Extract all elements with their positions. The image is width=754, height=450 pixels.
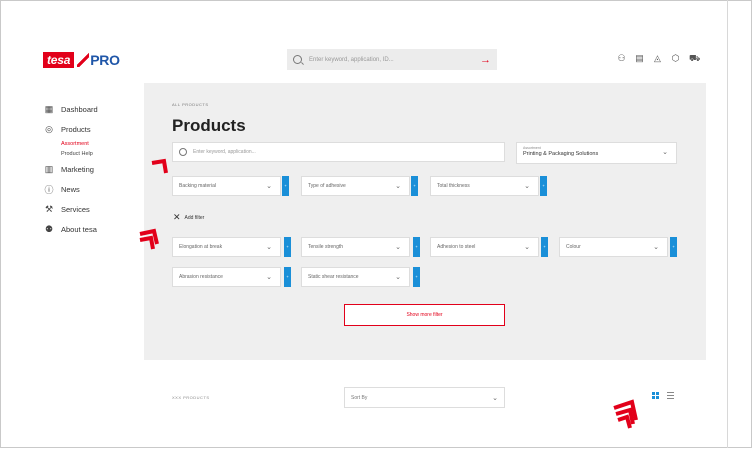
product-search-input[interactable]: Enter keyword, application... xyxy=(193,149,256,155)
box-icon[interactable]: ⬡ xyxy=(671,53,680,63)
page-title: Products xyxy=(172,116,246,135)
filter-label: Type of adhesive xyxy=(308,183,346,189)
filter-label: Colour xyxy=(566,244,581,250)
sidebar-item-dashboard[interactable]: ▦ Dashboard xyxy=(43,99,98,119)
tesa-wordmark: tesa xyxy=(43,52,75,68)
dashboard-icon: ▦ xyxy=(44,103,54,114)
about-icon: ⚉ xyxy=(44,223,54,234)
header-search-input[interactable]: Enter keyword, application, ID... xyxy=(309,57,480,63)
annotation-triple-chevron-icon xyxy=(613,399,638,429)
products-icon: ◎ xyxy=(45,123,53,134)
filter-type-of-adhesive[interactable]: Type of adhesive ⌄ xyxy=(301,176,410,196)
chevron-down-icon: ⌄ xyxy=(395,244,401,251)
arrow-right-icon[interactable]: → xyxy=(480,54,491,66)
sidebar-subitem-product-help[interactable]: Product Help xyxy=(61,149,98,159)
filter-add-tab[interactable]: + xyxy=(413,237,420,257)
filter-add-tab[interactable]: + xyxy=(540,176,547,196)
chevron-down-icon: ⌄ xyxy=(266,244,272,251)
annotation-double-chevron-icon xyxy=(139,228,159,250)
filter-tensile-strength[interactable]: Tensile strength ⌄ xyxy=(301,237,410,257)
header-icons: ⚇ ▤ ◬ ⬡ ⛟ xyxy=(617,53,700,63)
sidebar-item-label: News xyxy=(61,184,80,194)
filter-static-shear[interactable]: Static shear resistance ⌄ xyxy=(301,267,410,287)
assortment-value: Printing & Packaging Solutions xyxy=(523,151,599,157)
chevron-down-icon: ⌄ xyxy=(653,244,659,251)
logo-slash-icon xyxy=(77,53,90,67)
product-search[interactable]: Enter keyword, application... xyxy=(172,142,505,162)
list-view-icon[interactable] xyxy=(667,392,674,399)
filter-label: Adhesion to steel xyxy=(437,244,476,250)
sidebar-item-services[interactable]: ⚒ Services xyxy=(43,199,98,219)
chevron-down-icon: ⌄ xyxy=(266,274,272,281)
sort-select[interactable]: Sort By ⌄ xyxy=(344,387,505,408)
filter-abrasion-resistance[interactable]: Abrasion resistance ⌄ xyxy=(172,267,281,287)
marketing-icon: ▥ xyxy=(44,163,54,174)
product-count: XXX PRODUCTS xyxy=(172,395,210,400)
news-icon: ⓘ xyxy=(44,184,54,195)
sidebar-item-label: Services xyxy=(61,204,90,214)
filter-add-tab[interactable]: + xyxy=(670,237,677,257)
sidebar-item-label: Marketing xyxy=(61,164,94,174)
tesa-pro-logo[interactable]: tesa PRO xyxy=(43,52,120,68)
chevron-down-icon: ⌄ xyxy=(395,183,401,190)
pro-wordmark: PRO xyxy=(90,52,120,68)
add-filter-label: Add filter xyxy=(184,214,205,221)
chevron-down-icon: ⌄ xyxy=(266,183,272,190)
sidebar-item-label: Dashboard xyxy=(61,104,98,114)
filter-colour[interactable]: Colour ⌄ xyxy=(559,237,668,257)
show-more-filter-button[interactable]: Show more filter xyxy=(344,304,505,326)
filter-add-tab[interactable]: + xyxy=(284,237,291,257)
filter-label: Backing material xyxy=(179,183,216,189)
add-filter-button[interactable]: ✕ Add filter xyxy=(173,212,204,223)
filter-label: Static shear resistance xyxy=(308,274,359,280)
assortment-label: Assortment xyxy=(523,146,541,150)
chevron-down-icon: ⌄ xyxy=(395,274,401,281)
divider xyxy=(727,0,728,448)
filter-adhesion-to-steel[interactable]: Adhesion to steel ⌄ xyxy=(430,237,539,257)
chevron-down-icon: ⌄ xyxy=(524,244,530,251)
sidebar-subitem-assortment[interactable]: Assortment xyxy=(61,139,98,149)
filter-add-tab[interactable]: + xyxy=(282,176,289,196)
filter-label: Elongation at break xyxy=(179,244,223,250)
close-icon: ✕ xyxy=(173,212,181,222)
document-icon[interactable]: ▤ xyxy=(635,53,644,63)
sort-label: Sort By xyxy=(351,394,368,401)
sidebar: ▦ Dashboard ◎ Products Assortment Produc… xyxy=(43,99,98,239)
user-icon[interactable]: ⚇ xyxy=(617,53,626,63)
filter-backing-material[interactable]: Backing material ⌄ xyxy=(172,176,281,196)
grid-view-icon[interactable] xyxy=(652,392,659,399)
header-search[interactable]: Enter keyword, application, ID... → xyxy=(287,49,497,70)
chevron-down-icon: ⌄ xyxy=(524,183,530,190)
chevron-down-icon: ⌄ xyxy=(662,149,668,156)
filter-elongation[interactable]: Elongation at break ⌄ xyxy=(172,237,281,257)
sidebar-item-label: Products xyxy=(61,124,91,134)
filter-label: Tensile strength xyxy=(308,244,344,250)
annotation-chevron-icon xyxy=(151,158,168,174)
sidebar-item-marketing[interactable]: ▥ Marketing xyxy=(43,159,98,179)
search-icon xyxy=(293,55,302,64)
filter-add-tab[interactable]: + xyxy=(411,176,418,196)
filter-add-tab[interactable]: + xyxy=(284,267,291,287)
filter-total-thickness[interactable]: Total thickness ⌄ xyxy=(430,176,539,196)
bell-icon[interactable]: ◬ xyxy=(653,53,662,63)
sidebar-item-products[interactable]: ◎ Products xyxy=(43,119,98,139)
cart-icon[interactable]: ⛟ xyxy=(689,53,700,63)
filter-label: Abrasion resistance xyxy=(179,274,223,280)
services-icon: ⚒ xyxy=(44,203,54,214)
chevron-down-icon: ⌄ xyxy=(492,394,498,402)
search-icon xyxy=(179,148,187,156)
sidebar-item-about[interactable]: ⚉ About tesa xyxy=(43,219,98,239)
sidebar-item-label: About tesa xyxy=(61,224,97,234)
filter-label: Total thickness xyxy=(437,183,470,189)
breadcrumb[interactable]: ALL PRODUCTS xyxy=(172,102,209,107)
filter-add-tab[interactable]: + xyxy=(413,267,420,287)
sidebar-item-news[interactable]: ⓘ News xyxy=(43,179,98,199)
filter-add-tab[interactable]: + xyxy=(541,237,548,257)
assortment-select[interactable]: Assortment Printing & Packaging Solution… xyxy=(516,142,677,164)
